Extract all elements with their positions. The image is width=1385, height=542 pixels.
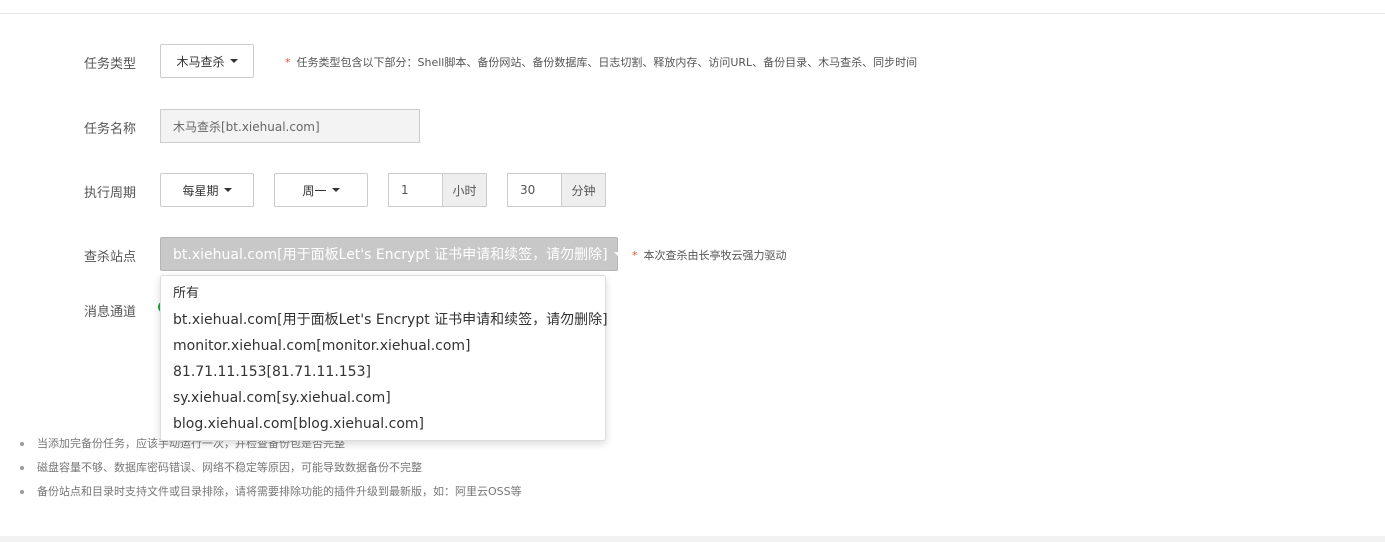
task-name-input[interactable]: 木马查杀[bt.xiehual.com] xyxy=(160,109,420,143)
task-type-value: 木马查杀 xyxy=(176,54,225,69)
list-item: 备份站点和目录时支持文件或目录排除，请将需要排除功能的插件升级到最新版，如：阿里… xyxy=(20,480,522,504)
hour-input[interactable]: 1 xyxy=(388,173,443,207)
period-label: 执行周期 xyxy=(84,186,137,201)
task-type-label: 任务类型 xyxy=(84,57,137,72)
site-option[interactable]: blog.xiehual.com[blog.xiehual.com] xyxy=(161,411,605,437)
task-name-label: 任务名称 xyxy=(84,122,137,137)
chevron-down-icon xyxy=(331,188,340,192)
period-type-select[interactable]: 每星期 xyxy=(160,173,254,207)
list-item: 磁盘容量不够、数据库密码错误、网络不稳定等原因，可能导致数据备份不完整 xyxy=(20,456,522,480)
hour-unit: 小时 xyxy=(443,173,487,207)
minute-unit: 分钟 xyxy=(562,173,606,207)
site-select-value: bt.xiehual.com[用于面板Let's Encrypt 证书申请和续签… xyxy=(173,247,608,263)
bottom-bar xyxy=(0,536,1385,542)
site-dropdown-menu: 所有 bt.xiehual.com[用于面板Let's Encrypt 证书申请… xyxy=(160,275,608,441)
site-option[interactable]: sy.xiehual.com[sy.xiehual.com] xyxy=(161,385,605,411)
site-option[interactable]: 81.71.11.153[81.71.11.153] xyxy=(161,359,605,385)
site-select[interactable]: bt.xiehual.com[用于面板Let's Encrypt 证书申请和续签… xyxy=(160,237,622,271)
chevron-down-icon xyxy=(229,59,238,63)
message-channel-label: 消息通道 xyxy=(84,305,137,320)
site-hint: * 本次查杀由长亭牧云强力驱动 xyxy=(632,249,787,262)
site-option[interactable]: bt.xiehual.com[用于面板Let's Encrypt 证书申请和续签… xyxy=(161,307,608,333)
period-day-select[interactable]: 周一 xyxy=(274,173,368,207)
site-option[interactable]: monitor.xiehual.com[monitor.xiehual.com] xyxy=(161,333,605,359)
notes-list: 当添加完备份任务，应该手动运行一次，并检查备份包是否完整 磁盘容量不够、数据库密… xyxy=(20,432,522,504)
chevron-down-icon xyxy=(613,252,622,256)
top-divider xyxy=(0,13,1385,14)
site-option-all[interactable]: 所有 xyxy=(161,281,605,307)
site-label: 查杀站点 xyxy=(84,250,137,265)
task-type-hint: * 任务类型包含以下部分：Shell脚本、备份网站、备份数据库、日志切割、释放内存… xyxy=(285,56,918,69)
task-type-select[interactable]: 木马查杀 xyxy=(160,44,254,78)
chevron-down-icon xyxy=(223,188,232,192)
minute-input[interactable]: 30 xyxy=(507,173,562,207)
